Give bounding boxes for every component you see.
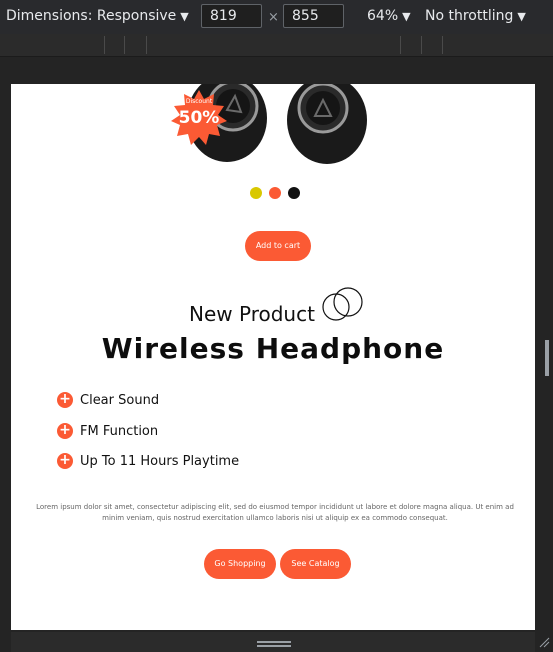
zoom-dropdown[interactable]: 64% ▼ xyxy=(367,8,411,24)
plus-circle-icon: + xyxy=(57,392,73,408)
color-swatch-yellow[interactable] xyxy=(250,187,262,199)
feature-label: Up To 11 Hours Playtime xyxy=(80,453,240,469)
discount-label: Discount xyxy=(185,98,213,105)
go-shopping-button[interactable]: Go Shopping xyxy=(204,549,276,579)
dimensions-label: Dimensions: Responsive xyxy=(6,8,177,24)
earbuds-image xyxy=(187,84,367,164)
feature-item: + Clear Sound xyxy=(57,392,159,408)
resize-corner-icon[interactable] xyxy=(538,636,550,648)
page-viewport: Discount 50% Add to cart New Product Wir… xyxy=(11,84,535,630)
dimensions-dropdown[interactable]: Dimensions: Responsive ▼ xyxy=(6,8,189,24)
resize-handle-right[interactable] xyxy=(545,340,549,376)
times-icon: × xyxy=(268,10,279,25)
throttling-dropdown[interactable]: No throttling ▼ xyxy=(425,8,526,24)
zoom-label: 64% xyxy=(367,8,399,24)
discount-value: 50% xyxy=(178,108,220,128)
product-description: Lorem ipsum dolor sit amet, consectetur … xyxy=(36,503,514,522)
width-input[interactable]: 819 xyxy=(201,4,262,28)
throttling-label: No throttling xyxy=(425,8,514,24)
media-query-ruler[interactable] xyxy=(0,34,553,57)
feature-item: + FM Function xyxy=(57,423,158,439)
feature-item: + Up To 11 Hours Playtime xyxy=(57,453,239,469)
feature-label: Clear Sound xyxy=(80,392,160,408)
dropdown-arrow-icon: ▼ xyxy=(180,10,189,23)
new-product-label: New Product xyxy=(189,302,315,326)
resize-handle-bottom[interactable] xyxy=(257,641,291,647)
height-input[interactable]: 855 xyxy=(283,4,344,28)
add-to-cart-button[interactable]: Add to cart xyxy=(245,231,311,261)
color-swatch-black[interactable] xyxy=(288,187,300,199)
rings-icon xyxy=(322,287,363,321)
plus-circle-icon: + xyxy=(57,423,73,439)
product-title: Wireless Headphone xyxy=(101,332,445,365)
dropdown-arrow-icon: ▼ xyxy=(402,10,411,23)
feature-label: FM Function xyxy=(80,423,159,439)
see-catalog-button[interactable]: See Catalog xyxy=(280,549,351,579)
plus-circle-icon: + xyxy=(57,453,73,469)
color-swatch-orange[interactable] xyxy=(269,187,281,199)
dropdown-arrow-icon: ▼ xyxy=(517,10,526,23)
device-toolbar: Dimensions: Responsive ▼ 819 × 855 64% ▼ N… xyxy=(0,0,553,34)
